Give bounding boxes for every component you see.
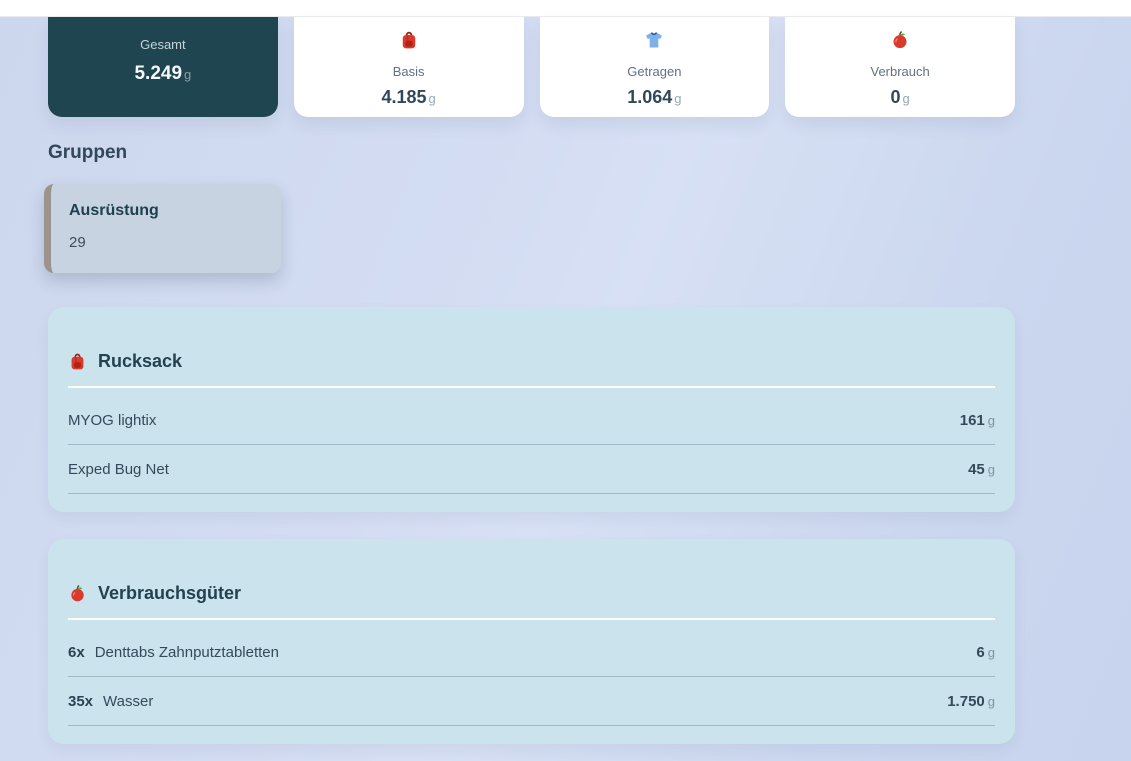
item-weight: 6g	[976, 643, 995, 661]
category-title: Verbrauchsgüter	[98, 583, 242, 603]
stat-card-getragen: Getragen 1.064 g	[539, 17, 770, 117]
category-title: Rucksack	[98, 351, 183, 371]
stat-label: Verbrauch	[870, 64, 930, 79]
group-card-ausruestung[interactable]: Ausrüstung 29	[44, 184, 281, 273]
item-name: Denttabs Zahnputztabletten	[94, 643, 279, 661]
item-name: Wasser	[103, 692, 154, 710]
unit-label: g	[987, 461, 995, 477]
item-row[interactable]: MYOG lightix 161 g	[68, 396, 995, 445]
group-name: Ausrüstung	[69, 202, 159, 219]
unit-label: g	[674, 91, 682, 106]
unit-label: g	[184, 67, 192, 82]
backpack-icon	[399, 29, 419, 51]
stat-value: 4.185 g	[381, 87, 436, 107]
stat-label: Getragen	[627, 64, 682, 79]
category-card-rucksack: Rucksack MYOG lightix 161 g Exped Bug Net…	[48, 307, 1015, 512]
unit-label: g	[987, 693, 995, 709]
stat-card-basis: Basis 4.185 g	[293, 17, 524, 117]
unit-label: g	[987, 412, 995, 428]
category-header: Rucksack	[68, 351, 995, 388]
item-weight: 161 g	[959, 411, 995, 429]
item-name: Exped Bug Net	[68, 460, 169, 478]
item-row[interactable]: Exped Bug Net 45 g	[68, 445, 995, 494]
item-weight: 45 g	[968, 460, 995, 478]
item-name-wrap: 35x Wasser	[68, 693, 153, 710]
unit-label: g	[428, 91, 436, 106]
stats-row: Gesamt 5.249 g Basis 4.185 g Getragen 1.…	[48, 17, 1015, 117]
stat-label: Gesamt	[140, 37, 186, 52]
item-row[interactable]: 35x Wasser 1.750 g	[68, 677, 995, 726]
item-name-wrap: 6x Denttabs Zahnputztabletten	[68, 644, 279, 661]
stat-value: 1.064 g	[627, 87, 682, 107]
category-header: Verbrauchsgüter	[68, 583, 995, 620]
category-card-verbrauchsgueter: Verbrauchsgüter 6x Denttabs Zahnputztable…	[48, 539, 1015, 744]
stat-card-gesamt: Gesamt 5.249 g	[48, 17, 278, 117]
item-rows: MYOG lightix 161 g Exped Bug Net 45 g	[68, 396, 995, 494]
tshirt-icon	[644, 29, 664, 51]
top-bar	[0, 0, 1131, 17]
item-row[interactable]: 6x Denttabs Zahnputztabletten 6g	[68, 628, 995, 677]
groups-heading: Gruppen	[48, 142, 128, 163]
stat-value: 5.249 g	[134, 63, 192, 84]
page-content: Gesamt 5.249 g Basis 4.185 g Getragen 1.…	[44, 17, 1015, 744]
backpack-icon	[68, 352, 87, 371]
item-weight: 1.750 g	[947, 692, 995, 710]
item-rows: 6x Denttabs Zahnputztabletten 6g 35x Wasse…	[68, 628, 995, 726]
item-name: MYOG lightix	[68, 411, 157, 429]
item-name-wrap: MYOG lightix	[68, 412, 156, 429]
stat-label: Basis	[392, 64, 425, 79]
unit-label: g	[987, 644, 995, 660]
stat-card-verbrauch: Verbrauch 0g	[785, 17, 1015, 117]
apple-icon	[890, 29, 910, 51]
item-quantity: 6x	[68, 643, 85, 661]
group-item-count: 29	[69, 234, 86, 251]
item-name-wrap: Exped Bug Net	[68, 461, 169, 478]
stat-value: 0g	[890, 87, 910, 107]
apple-icon	[68, 584, 87, 603]
item-quantity: 35x	[68, 692, 94, 710]
unit-label: g	[902, 91, 910, 106]
